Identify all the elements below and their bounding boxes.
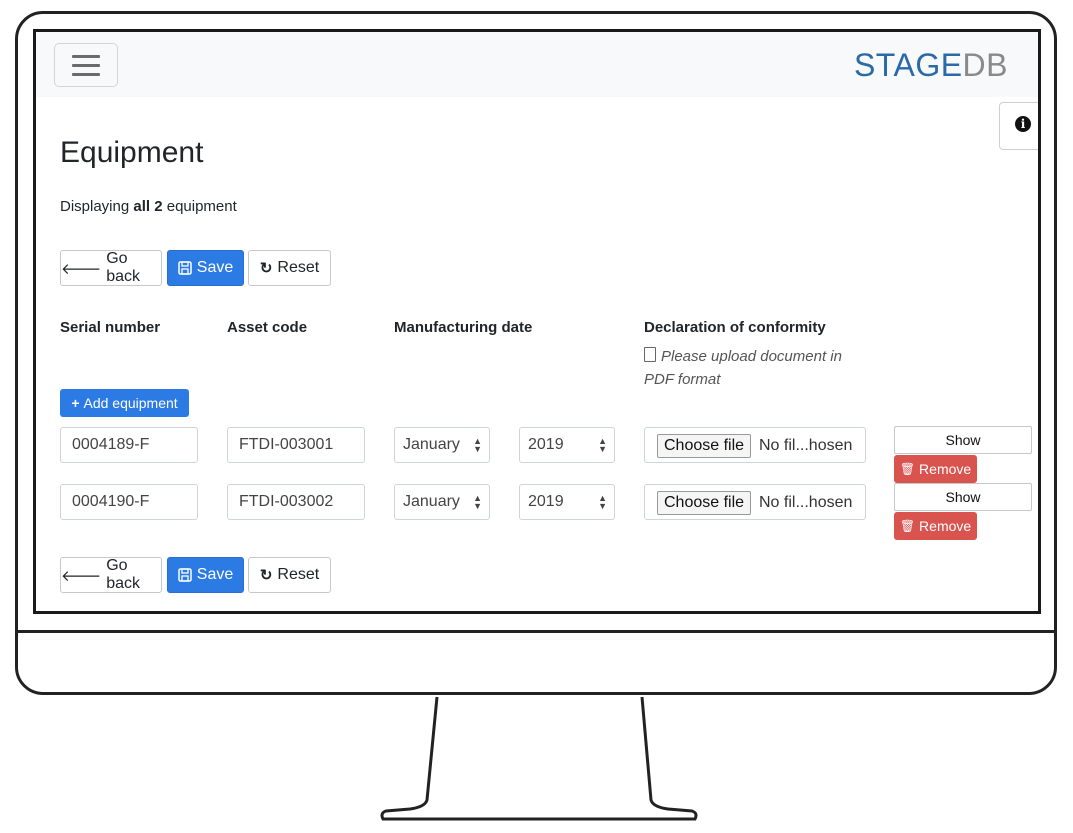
arrow-left-icon: 🡐 bbox=[61, 260, 102, 278]
navbar: STAGEDB bbox=[36, 32, 1038, 97]
save-button[interactable]: Save bbox=[167, 250, 244, 286]
plus-icon: + bbox=[71, 395, 80, 411]
save-label: Save bbox=[196, 259, 234, 276]
menu-icon bbox=[72, 73, 100, 76]
column-header-declaration: Declaration of conformity bbox=[644, 319, 826, 336]
year-value: 2019 bbox=[528, 436, 564, 453]
browser-screen: STAGEDB i Equipment Displaying all 2 equ… bbox=[33, 29, 1041, 614]
select-arrows-icon: ▲ ▼ bbox=[473, 436, 482, 454]
pdf-upload-hint-text: Please upload document in PDF format bbox=[644, 348, 842, 388]
info-icon: i bbox=[1015, 116, 1031, 132]
monitor-stand bbox=[380, 696, 698, 821]
month-value: January bbox=[403, 493, 460, 510]
reset-button-bottom[interactable]: ↻ Reset bbox=[248, 557, 331, 593]
info-button[interactable]: i bbox=[999, 102, 1038, 150]
reset-button[interactable]: ↻ Reset bbox=[248, 250, 331, 286]
arrow-left-icon: 🡐 bbox=[61, 567, 102, 585]
monitor-chin-divider bbox=[15, 630, 1057, 633]
select-arrows-icon: ▲ ▼ bbox=[473, 493, 482, 511]
remove-label: Remove bbox=[919, 518, 972, 534]
equipment-count-summary: Displaying all 2 equipment bbox=[60, 198, 237, 215]
select-arrows-icon: ▲ ▼ bbox=[598, 493, 607, 511]
menu-toggle-button[interactable] bbox=[54, 43, 118, 87]
summary-prefix: Displaying bbox=[60, 198, 134, 215]
brand-logo-part2: DB bbox=[962, 47, 1008, 83]
column-header-serial-number: Serial number bbox=[60, 319, 161, 336]
go-back-button-bottom[interactable]: 🡐 Go back bbox=[60, 557, 162, 593]
save-button-bottom[interactable]: Save bbox=[167, 557, 244, 593]
declaration-file-input[interactable]: Choose file No fil...hosen bbox=[644, 484, 866, 520]
choose-file-button[interactable]: Choose file bbox=[657, 434, 752, 458]
month-value: January bbox=[403, 436, 460, 453]
floppy-disk-icon bbox=[178, 261, 192, 275]
go-back-button[interactable]: 🡐 Go back bbox=[60, 250, 162, 286]
save-label: Save bbox=[196, 566, 234, 583]
trash-icon: 🗑 bbox=[899, 519, 916, 533]
select-arrows-icon: ▲ ▼ bbox=[598, 436, 607, 454]
pdf-upload-hint: Please upload document in PDF format bbox=[644, 345, 874, 391]
choose-file-button[interactable]: Choose file bbox=[657, 491, 752, 515]
serial-number-input[interactable]: 0004189-F bbox=[60, 427, 198, 463]
asset-code-input[interactable]: FTDI-003002 bbox=[227, 484, 365, 520]
asset-code-input[interactable]: FTDI-003001 bbox=[227, 427, 365, 463]
year-value: 2019 bbox=[528, 493, 564, 510]
remove-label: Remove bbox=[919, 461, 972, 477]
brand-logo-part1: STAGE bbox=[853, 47, 963, 83]
menu-icon bbox=[72, 55, 100, 58]
trash-icon: 🗑 bbox=[899, 462, 916, 476]
remove-button[interactable]: 🗑 Remove bbox=[894, 512, 977, 540]
add-equipment-button[interactable]: + Add equipment bbox=[60, 389, 189, 417]
file-status-text: No fil...hosen bbox=[759, 494, 853, 511]
file-pdf-icon bbox=[644, 347, 656, 362]
declaration-file-input[interactable]: Choose file No fil...hosen bbox=[644, 427, 866, 463]
reset-label: Reset bbox=[277, 566, 320, 583]
show-button[interactable]: Show bbox=[894, 426, 1032, 454]
manufacturing-month-select[interactable]: January ▲ ▼ bbox=[394, 427, 490, 463]
column-header-asset-code: Asset code bbox=[227, 319, 308, 336]
reset-label: Reset bbox=[277, 259, 320, 276]
refresh-icon: ↻ bbox=[259, 260, 273, 277]
manufacturing-year-select[interactable]: 2019 ▲ ▼ bbox=[519, 484, 615, 520]
add-equipment-label: Add equipment bbox=[83, 395, 178, 411]
go-back-label: Go back bbox=[106, 250, 141, 285]
remove-button[interactable]: 🗑 Remove bbox=[894, 455, 977, 483]
menu-icon bbox=[72, 64, 100, 67]
file-status-text: No fil...hosen bbox=[759, 437, 853, 454]
serial-number-input[interactable]: 0004190-F bbox=[60, 484, 198, 520]
show-button[interactable]: Show bbox=[894, 483, 1032, 511]
manufacturing-year-select[interactable]: 2019 ▲ ▼ bbox=[519, 427, 615, 463]
summary-suffix: equipment bbox=[162, 198, 237, 215]
go-back-label: Go back bbox=[106, 557, 141, 592]
column-header-manufacturing-date: Manufacturing date bbox=[394, 319, 533, 336]
floppy-disk-icon bbox=[178, 568, 192, 582]
summary-count: all 2 bbox=[133, 198, 163, 215]
refresh-icon: ↻ bbox=[259, 567, 273, 584]
manufacturing-month-select[interactable]: January ▲ ▼ bbox=[394, 484, 490, 520]
page-title: Equipment bbox=[60, 136, 204, 169]
brand-logo[interactable]: STAGEDB bbox=[854, 47, 1008, 84]
